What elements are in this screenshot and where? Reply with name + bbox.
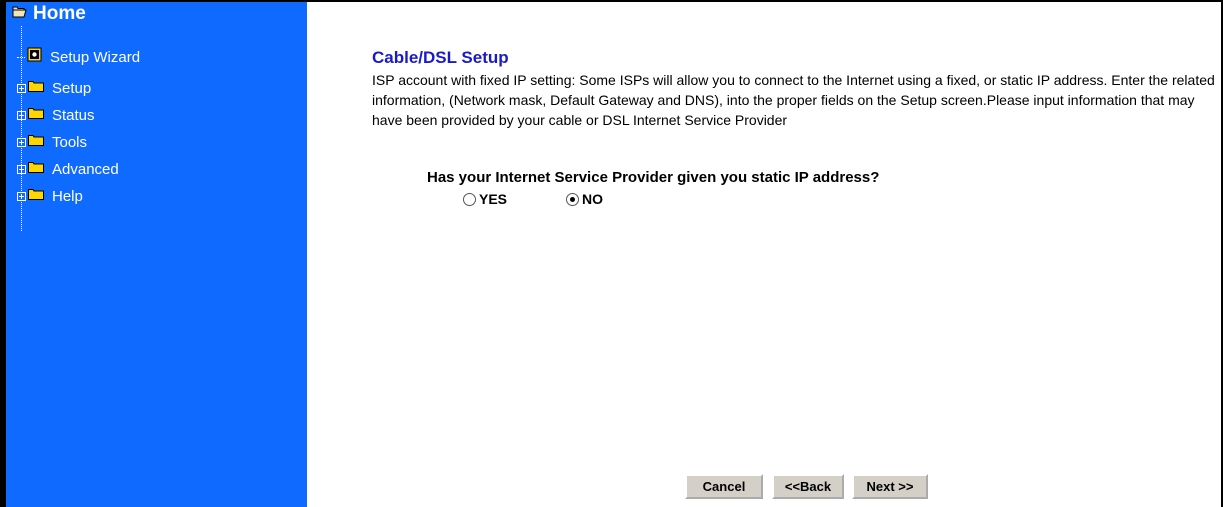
- radio-no[interactable]: [566, 192, 579, 206]
- radio-yes-label: YES: [479, 191, 508, 207]
- radio-no-label: NO: [582, 191, 603, 207]
- folder-icon: [28, 187, 44, 205]
- sidebar-home[interactable]: Home: [12, 3, 86, 25]
- back-button[interactable]: <<Back: [772, 474, 844, 499]
- expand-plus-icon[interactable]: [17, 137, 26, 147]
- page-description: ISP account with fixed IP setting: Some …: [372, 72, 1215, 128]
- folder-icon: [28, 106, 44, 124]
- sidebar-item-label: Tools: [52, 133, 88, 151]
- sidebar-item-status[interactable]: Status: [17, 104, 95, 126]
- page-title: Cable/DSL Setup: [372, 48, 509, 67]
- sidebar-item-label: Setup Wizard: [50, 48, 141, 66]
- sidebar-item-advanced[interactable]: Advanced: [17, 158, 119, 180]
- sidebar-item-label: Advanced: [52, 160, 119, 178]
- sidebar: Home Setup Wizard Setup Status Tools Adv…: [6, 2, 307, 507]
- sidebar-home-label: Home: [33, 3, 86, 24]
- radio-option-no[interactable]: NO: [566, 191, 603, 207]
- cancel-button[interactable]: Cancel: [685, 474, 763, 499]
- expand-plus-icon[interactable]: [17, 191, 26, 201]
- next-button[interactable]: Next >>: [852, 474, 928, 499]
- expand-plus-icon[interactable]: [17, 164, 26, 174]
- folder-icon: [28, 160, 44, 178]
- sidebar-item-tools[interactable]: Tools: [17, 131, 87, 153]
- folder-icon: [28, 79, 44, 97]
- radio-option-yes[interactable]: YES: [463, 191, 507, 207]
- sidebar-item-label: Setup: [52, 79, 92, 97]
- open-folder-icon: [12, 5, 27, 23]
- expand-plus-icon[interactable]: [17, 83, 26, 93]
- sidebar-item-help[interactable]: Help: [17, 185, 83, 207]
- expand-plus-icon[interactable]: [17, 110, 26, 120]
- tree-branch: [17, 56, 25, 58]
- static-ip-question: Has your Internet Service Provider given…: [427, 169, 880, 186]
- sidebar-item-setup-wizard[interactable]: Setup Wizard: [17, 46, 140, 68]
- sidebar-item-label: Help: [52, 187, 83, 205]
- wizard-page-icon: [27, 47, 42, 67]
- folder-icon: [28, 133, 44, 151]
- sidebar-item-label: Status: [52, 106, 95, 124]
- sidebar-item-setup[interactable]: Setup: [17, 77, 91, 99]
- radio-yes[interactable]: [463, 192, 476, 206]
